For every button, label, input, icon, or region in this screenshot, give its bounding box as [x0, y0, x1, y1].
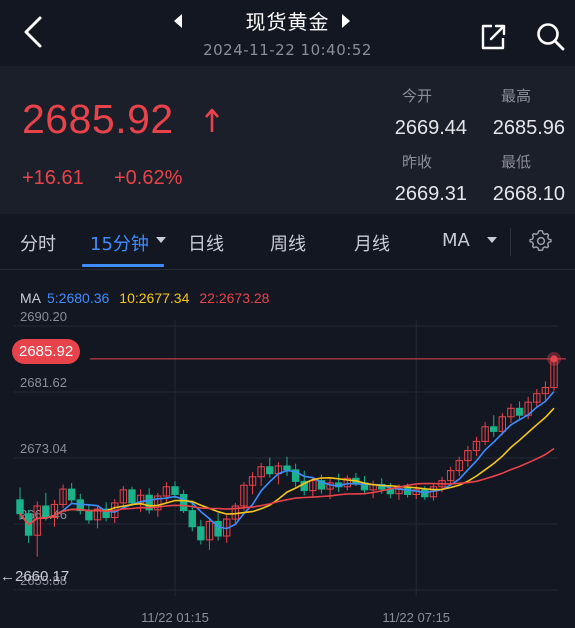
ma10-value: 10:2677.34	[119, 290, 190, 306]
tab-15min[interactable]: 15分钟	[90, 230, 149, 256]
x-tick-label: 11/22 07:15	[382, 610, 450, 625]
tab-daily[interactable]: 日线	[188, 230, 224, 256]
period-tabs: 分时 15分钟 日线 周线 月线 MA	[0, 214, 575, 270]
search-icon[interactable]	[536, 22, 566, 52]
tab-time-share[interactable]: 分时	[20, 230, 56, 256]
next-instrument-icon[interactable]	[338, 12, 354, 30]
candle-down	[197, 526, 205, 541]
quote-panel: 2685.92 +16.61 +0.62% 今开 2669.44 最高 2685…	[0, 66, 575, 214]
gear-icon[interactable]	[529, 229, 553, 253]
tab-weekly[interactable]: 周线	[270, 230, 306, 256]
chart-overlay: ←2660.17	[0, 351, 566, 585]
ma-legend-label: MA	[20, 290, 41, 306]
high-label: 最高	[501, 87, 532, 105]
active-tab-indicator	[82, 264, 164, 267]
candle-down	[266, 466, 274, 475]
low-value: 2668.10	[492, 183, 565, 205]
open-label: 今开	[402, 87, 433, 105]
quote-timestamp: 2024-11-22 10:40:52	[203, 41, 372, 59]
price-change: +16.61	[22, 167, 84, 189]
header-bar: 现货黄金 2024-11-22 10:40:52	[0, 0, 575, 66]
price-change-percent: +0.62%	[114, 167, 183, 189]
title-block: 现货黄金 2024-11-22 10:40:52	[150, 6, 425, 59]
x-tick-label: 11/22 01:15	[141, 610, 209, 625]
open-value: 2669.44	[394, 117, 467, 139]
y-tick-label: 2681.62	[20, 375, 67, 390]
ma5-value: 5:2680.36	[47, 290, 110, 306]
candle-down	[188, 510, 196, 528]
x-axis-labels: 11/22 01:15 11/22 07:15	[141, 610, 450, 625]
tab-indicator-ma[interactable]: MA	[442, 230, 470, 251]
candle-down	[128, 489, 136, 504]
candle-down	[515, 407, 524, 416]
chart-grid	[14, 320, 558, 596]
candle-down	[67, 488, 76, 501]
current-price-dot	[550, 355, 558, 363]
last-price: 2685.92	[22, 96, 174, 142]
tab-15min-dropdown-icon[interactable]	[156, 237, 166, 243]
candle-down	[179, 493, 188, 512]
prev-close-label: 昨收	[402, 153, 433, 171]
tab-monthly[interactable]: 月线	[354, 230, 390, 256]
price-up-arrow-icon	[205, 108, 219, 132]
high-value: 2685.96	[492, 117, 565, 139]
min-price-marker: ←2660.17	[0, 568, 69, 585]
candle-down	[283, 465, 291, 471]
low-label: 最低	[501, 153, 532, 171]
candle-down	[85, 510, 93, 521]
indicator-dropdown-icon[interactable]	[487, 237, 497, 243]
candle-down	[490, 426, 498, 432]
back-arrow-icon[interactable]	[18, 14, 50, 50]
prev-close-value: 2669.31	[394, 183, 467, 205]
candle-down	[16, 499, 24, 515]
page-title: 现货黄金	[245, 10, 330, 34]
candle-down	[214, 520, 222, 537]
candlestick-chart[interactable]: 2690.202681.622673.042664.462655.88 ←266…	[0, 310, 575, 628]
ma-legend: MA 5:2680.36 10:2677.34 22:2673.28	[20, 290, 279, 306]
y-tick-label: 2673.04	[20, 441, 67, 456]
share-icon[interactable]	[478, 22, 508, 52]
candle-down	[171, 486, 179, 495]
ma22-value: 22:2673.28	[199, 290, 270, 306]
y-tick-label: 2690.20	[20, 310, 67, 324]
candle-down	[42, 505, 50, 519]
tab-divider	[510, 228, 511, 256]
current-price-badge: 2685.92	[12, 339, 81, 364]
